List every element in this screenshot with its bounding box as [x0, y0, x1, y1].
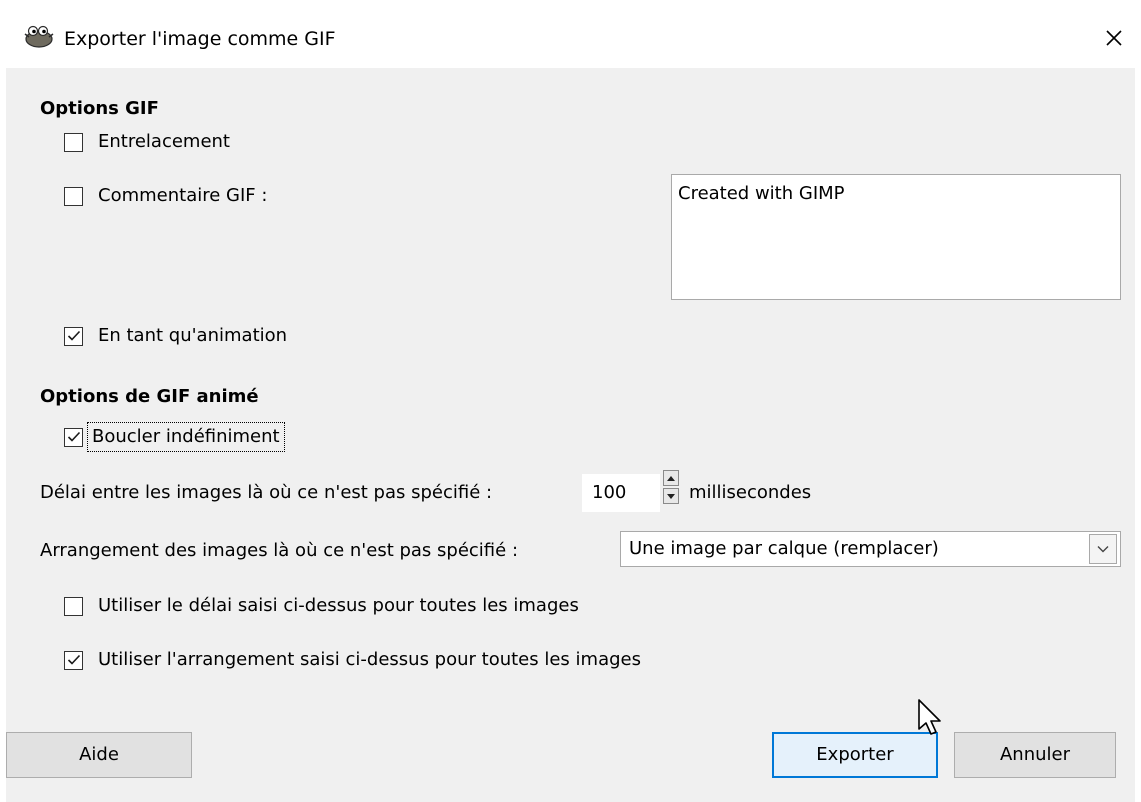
use-disposal-all-label: Utiliser l'arrangement saisi ci-dessus p…: [98, 649, 641, 670]
dialog-content: Options GIF Entrelacement Commentaire GI…: [6, 68, 1135, 802]
interlace-label: Entrelacement: [98, 131, 230, 152]
delay-label: Délai entre les images là où ce n'est pa…: [40, 482, 493, 503]
gif-comment-checkbox[interactable]: [64, 186, 83, 206]
use-disposal-all-checkbox[interactable]: [64, 650, 83, 670]
gimp-wilber-icon: [22, 22, 56, 48]
chevron-down-icon: [1097, 546, 1109, 553]
cancel-button[interactable]: Annuler: [954, 732, 1116, 778]
checkmark-icon: [67, 431, 80, 442]
loop-forever-checkbox[interactable]: [64, 427, 83, 447]
window-title: Exporter l'image comme GIF: [64, 28, 336, 50]
loop-forever-label: Boucler indéfiniment: [87, 422, 285, 452]
triangle-up-icon: [667, 475, 675, 481]
delay-unit: millisecondes: [689, 482, 812, 503]
spin-up-button[interactable]: [663, 470, 679, 486]
loop-forever-option[interactable]: Boucler indéfiniment: [64, 420, 285, 454]
as-animation-label: En tant qu'animation: [98, 325, 288, 346]
disposal-label: Arrangement des images là où ce n'est pa…: [40, 540, 519, 561]
checkmark-icon: [67, 330, 80, 341]
use-delay-all-label: Utiliser le délai saisi ci-dessus pour t…: [98, 595, 579, 616]
gif-comment-label: Commentaire GIF :: [98, 185, 268, 206]
help-button[interactable]: Aide: [6, 732, 192, 778]
as-animation-option[interactable]: En tant qu'animation: [64, 322, 287, 350]
use-disposal-all-option[interactable]: Utiliser l'arrangement saisi ci-dessus p…: [64, 646, 641, 674]
spin-down-button[interactable]: [663, 488, 679, 504]
title-bar: Exporter l'image comme GIF: [0, 0, 1141, 68]
close-icon: [1106, 30, 1122, 46]
disposal-selected-value: Une image par calque (remplacer): [629, 538, 939, 559]
gif-options-heading: Options GIF: [40, 98, 159, 119]
dropdown-button[interactable]: [1089, 534, 1117, 564]
gif-comment-textarea[interactable]: Created with GIMP: [671, 174, 1121, 300]
interlace-option[interactable]: Entrelacement: [64, 128, 230, 156]
animated-options-heading: Options de GIF animé: [40, 386, 259, 407]
disposal-combobox[interactable]: Une image par calque (remplacer): [620, 531, 1121, 567]
mouse-pointer-icon: [918, 699, 941, 735]
interlace-checkbox[interactable]: [64, 132, 83, 152]
gif-comment-option[interactable]: Commentaire GIF :: [64, 182, 267, 210]
close-button[interactable]: [1096, 20, 1132, 56]
checkmark-icon: [67, 654, 80, 665]
use-delay-all-option[interactable]: Utiliser le délai saisi ci-dessus pour t…: [64, 592, 579, 620]
delay-spin-buttons: [663, 470, 679, 504]
use-delay-all-checkbox[interactable]: [64, 596, 83, 616]
as-animation-checkbox[interactable]: [64, 326, 83, 346]
triangle-down-icon: [667, 493, 675, 499]
delay-spin-input[interactable]: 100: [582, 474, 660, 512]
export-button[interactable]: Exporter: [772, 732, 938, 778]
